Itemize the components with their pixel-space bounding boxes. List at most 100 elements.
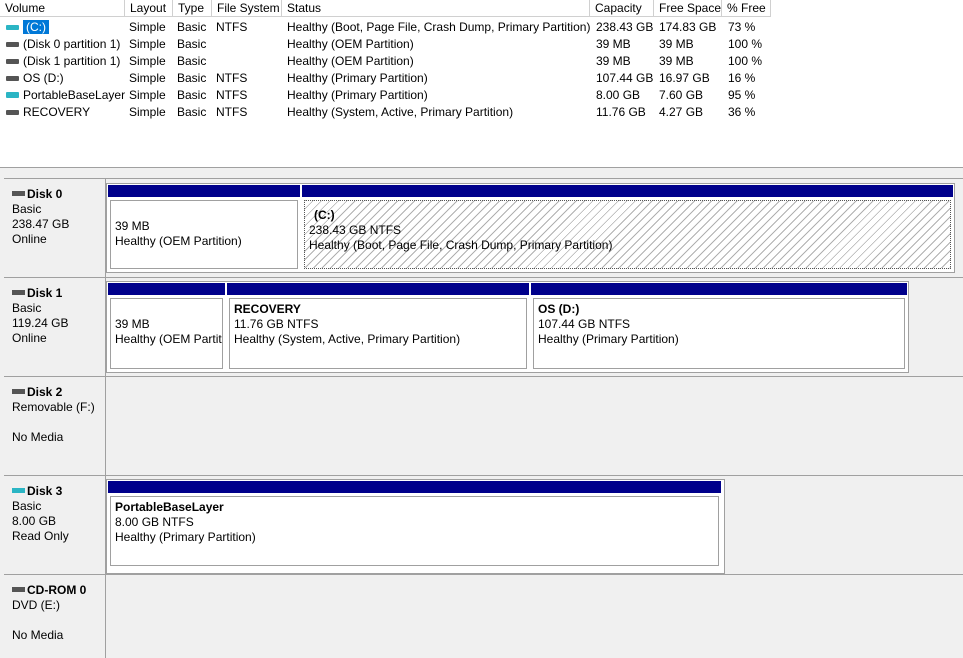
volume-layout: Simple: [129, 71, 166, 85]
disk-title: Disk 0: [27, 187, 63, 201]
partition-disk-1-oem[interactable]: 39 MB Healthy (OEM Partit: [108, 283, 225, 371]
partition-disk-1-os[interactable]: OS (D:) 107.44 GB NTFS Healthy (Primary …: [531, 283, 907, 371]
partition-disk-3-portable[interactable]: PortableBaseLayer 8.00 GB NTFS Healthy (…: [108, 481, 721, 568]
volume-layout: Simple: [129, 88, 166, 102]
volume-name: (C:): [23, 20, 49, 34]
volume-percent-free: 100 %: [728, 37, 763, 51]
volume-percent-free: 73 %: [728, 20, 756, 34]
disk-map[interactable]: Disk 0 Basic 238.47 GB Online 39 MB Heal…: [0, 176, 963, 658]
partition-status: Healthy (Primary Partition): [115, 530, 256, 544]
volume-row[interactable]: PortableBaseLayer Simple Basic NTFS Heal…: [0, 87, 963, 104]
volume-type: Basic: [177, 88, 207, 102]
disk-title: CD-ROM 0: [27, 583, 87, 597]
volume-layout: Simple: [129, 105, 166, 119]
volume-row[interactable]: RECOVERY Simple Basic NTFS Healthy (Syst…: [0, 104, 963, 121]
volume-status: Healthy (Boot, Page File, Crash Dump, Pr…: [287, 20, 591, 34]
partition-name: PortableBaseLayer: [115, 500, 224, 514]
volume-list[interactable]: Volume Layout Type File System Status Ca…: [0, 0, 963, 168]
column-header-capacity[interactable]: Capacity: [590, 0, 654, 17]
volume-row[interactable]: (C:) Simple Basic NTFS Healthy (Boot, Pa…: [0, 19, 963, 36]
volume-type: Basic: [177, 37, 207, 51]
disk-row-disk-2: [106, 376, 963, 475]
partition-disk-0-oem[interactable]: 39 MB Healthy (OEM Partition): [108, 185, 300, 271]
disk-status: No Media: [12, 628, 64, 642]
volume-free-space: 16.97 GB: [659, 71, 710, 85]
volume-status: Healthy (OEM Partition): [287, 54, 414, 68]
disk-label-disk-0[interactable]: Disk 0 Basic 238.47 GB Online: [4, 178, 106, 277]
column-header-status[interactable]: Status: [282, 0, 590, 17]
volume-type: Basic: [177, 20, 207, 34]
volume-free-space: 7.60 GB: [659, 88, 704, 102]
hard-disk-icon: [12, 191, 25, 196]
disk-type: DVD (E:): [12, 598, 60, 612]
volume-type: Basic: [177, 54, 207, 68]
volume-layout: Simple: [129, 20, 166, 34]
column-header-percent-free[interactable]: % Free: [722, 0, 771, 17]
volume-capacity: 107.44 GB: [596, 71, 654, 85]
volume-icon: [6, 76, 19, 81]
volume-name: (Disk 0 partition 1): [23, 37, 121, 51]
disk-status: Online: [12, 331, 47, 345]
disk-type: Basic: [12, 499, 42, 513]
partition-size: 39 MB: [115, 317, 150, 331]
disk-type: Basic: [12, 301, 42, 315]
partition-name: RECOVERY: [234, 302, 301, 316]
volume-row[interactable]: (Disk 1 partition 1) Simple Basic Health…: [0, 53, 963, 70]
volume-free-space: 4.27 GB: [659, 105, 704, 119]
column-header-free-space[interactable]: Free Space: [654, 0, 722, 17]
partition-status: Healthy (Primary Partition): [538, 332, 679, 346]
volume-type: Basic: [177, 105, 207, 119]
hard-disk-icon: [12, 290, 25, 295]
disk-title: Disk 3: [27, 484, 63, 498]
partition-size: 238.43 GB NTFS: [309, 223, 402, 237]
disk-label-disk-3[interactable]: Disk 3 Basic 8.00 GB Read Only: [4, 475, 106, 574]
column-header-file-system[interactable]: File System: [212, 0, 282, 17]
partition-selected-hatch: (C:) 238.43 GB NTFS Healthy (Boot, Page …: [304, 200, 951, 269]
disk-label-disk-2[interactable]: Disk 2 Removable (F:) No Media: [4, 376, 106, 475]
partition-disk-0-c[interactable]: (C:) 238.43 GB NTFS Healthy (Boot, Page …: [302, 185, 953, 271]
partition-header-bar: [108, 283, 225, 295]
partition-header-bar: [227, 283, 529, 295]
volume-free-space: 174.83 GB: [659, 20, 717, 34]
disk-status: No Media: [12, 430, 64, 444]
disk-label-disk-1[interactable]: Disk 1 Basic 119.24 GB Online: [4, 277, 106, 376]
partition-disk-1-recovery[interactable]: RECOVERY 11.76 GB NTFS Healthy (System, …: [227, 283, 529, 371]
volume-status: Healthy (Primary Partition): [287, 88, 428, 102]
volume-icon: [6, 92, 19, 98]
column-header-volume[interactable]: Volume: [0, 0, 125, 17]
volume-status: Healthy (OEM Partition): [287, 37, 414, 51]
volume-percent-free: 16 %: [728, 71, 756, 85]
volume-status: Healthy (Primary Partition): [287, 71, 428, 85]
disk-type: Basic: [12, 202, 42, 216]
partition-status: Healthy (OEM Partit: [115, 332, 222, 346]
partition-status: Healthy (System, Active, Primary Partiti…: [234, 332, 461, 346]
disk-status: Online: [12, 232, 47, 246]
column-header-type[interactable]: Type: [173, 0, 212, 17]
volume-capacity: 8.00 GB: [596, 88, 641, 102]
volume-percent-free: 36 %: [728, 105, 756, 119]
volume-name: RECOVERY: [23, 105, 91, 119]
cd-drive-icon: [12, 587, 25, 592]
partition-header-bar: [108, 185, 300, 197]
volume-type: Basic: [177, 71, 207, 85]
volume-icon: [6, 59, 19, 64]
partition-status: Healthy (OEM Partition): [115, 234, 242, 248]
partition-name: OS (D:): [538, 302, 580, 316]
disk-title: Disk 2: [27, 385, 63, 399]
volume-capacity: 39 MB: [596, 37, 631, 51]
column-header-layout[interactable]: Layout: [125, 0, 173, 17]
disk-size: 8.00 GB: [12, 514, 57, 528]
volume-row[interactable]: OS (D:) Simple Basic NTFS Healthy (Prima…: [0, 70, 963, 87]
disk-status: Read Only: [12, 529, 69, 543]
disk-label-cdrom-0[interactable]: CD-ROM 0 DVD (E:) No Media: [4, 574, 106, 658]
volume-layout: Simple: [129, 37, 166, 51]
volume-percent-free: 100 %: [728, 54, 763, 68]
volume-name: (Disk 1 partition 1): [23, 54, 121, 68]
volume-row[interactable]: (Disk 0 partition 1) Simple Basic Health…: [0, 36, 963, 53]
removable-disk-icon: [12, 389, 25, 394]
partition-size: 8.00 GB NTFS: [115, 515, 194, 529]
volume-capacity: 238.43 GB: [596, 20, 654, 34]
volume-icon: [6, 25, 19, 30]
volume-percent-free: 95 %: [728, 88, 756, 102]
disk-title: Disk 1: [27, 286, 63, 300]
